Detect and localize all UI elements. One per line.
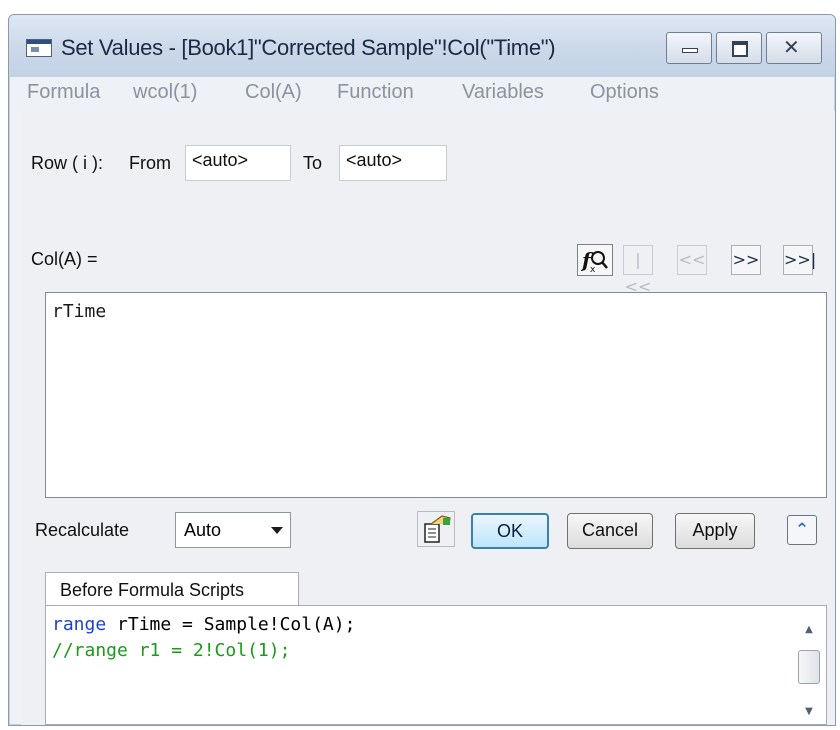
next-column-button[interactable]: >> [731,245,761,275]
title-bar[interactable]: Set Values - [Book1]"Corrected Sample"!C… [9,15,835,77]
ok-button[interactable]: OK [471,513,549,549]
close-icon: ✕ [783,35,800,59]
script-editor[interactable]: range rTime = Sample!Col(A); //range r1 … [45,605,827,725]
row-label: Row ( i ): [31,153,103,173]
script-scrollbar[interactable]: ▲ ▼ [796,620,822,722]
svg-text:x: x [590,265,596,273]
minimize-icon [682,48,698,53]
function-browser-icon: f x [581,248,608,273]
menu-formula[interactable]: Formula [27,81,100,104]
first-column-button[interactable]: |<< [623,245,653,296]
script-line: range rTime = Sample!Col(A); [52,614,355,635]
from-label: From [129,153,171,173]
scroll-thumb[interactable] [798,650,820,684]
collapse-button[interactable]: ⌃ [787,515,817,545]
set-values-dialog: Set Values - [Book1]"Corrected Sample"!C… [8,14,836,726]
to-input[interactable]: <auto> [339,145,447,181]
previous-column-button[interactable]: << [677,245,707,275]
scroll-up-icon[interactable]: ▲ [796,620,822,640]
recalculate-select[interactable]: Auto [175,512,291,548]
cancel-button[interactable]: Cancel [567,513,653,549]
formula-label: Col(A) = [31,249,98,269]
script-keyword: range [52,614,107,635]
menu-wcol[interactable]: wcol(1) [133,81,197,104]
recalculate-label: Recalculate [35,520,130,540]
window-icon[interactable] [26,39,52,57]
minimize-button[interactable] [666,32,712,64]
function-browser-button[interactable]: f x [577,244,613,276]
recalculate-value: Auto [184,520,222,540]
to-label: To [303,153,323,173]
last-column-button[interactable]: >>| [783,245,816,275]
maximize-icon [732,41,748,57]
chevron-down-icon [271,527,283,534]
menu-variables[interactable]: Variables [462,81,544,104]
script-comment-line: //range r1 = 2!Col(1); [52,640,291,661]
menu-options[interactable]: Options [590,81,659,104]
maximize-button[interactable] [716,32,762,64]
load-formula-icon [424,515,451,543]
window-title: Set Values - [Book1]"Corrected Sample"!C… [61,35,556,60]
tab-before-formula-scripts[interactable]: Before Formula Scripts [45,572,299,606]
script-code: rTime = Sample!Col(A); [106,614,356,635]
scroll-down-icon[interactable]: ▼ [796,702,822,722]
chevron-up-icon: ⌃ [794,520,810,540]
from-input[interactable]: <auto> [185,145,291,181]
formula-editor[interactable]: rTime [45,292,827,498]
apply-button[interactable]: Apply [675,513,755,549]
menu-col-a[interactable]: Col(A) [245,81,302,104]
menu-function[interactable]: Function [337,81,414,104]
close-button[interactable]: ✕ [766,32,822,64]
load-formula-button[interactable] [417,511,455,547]
